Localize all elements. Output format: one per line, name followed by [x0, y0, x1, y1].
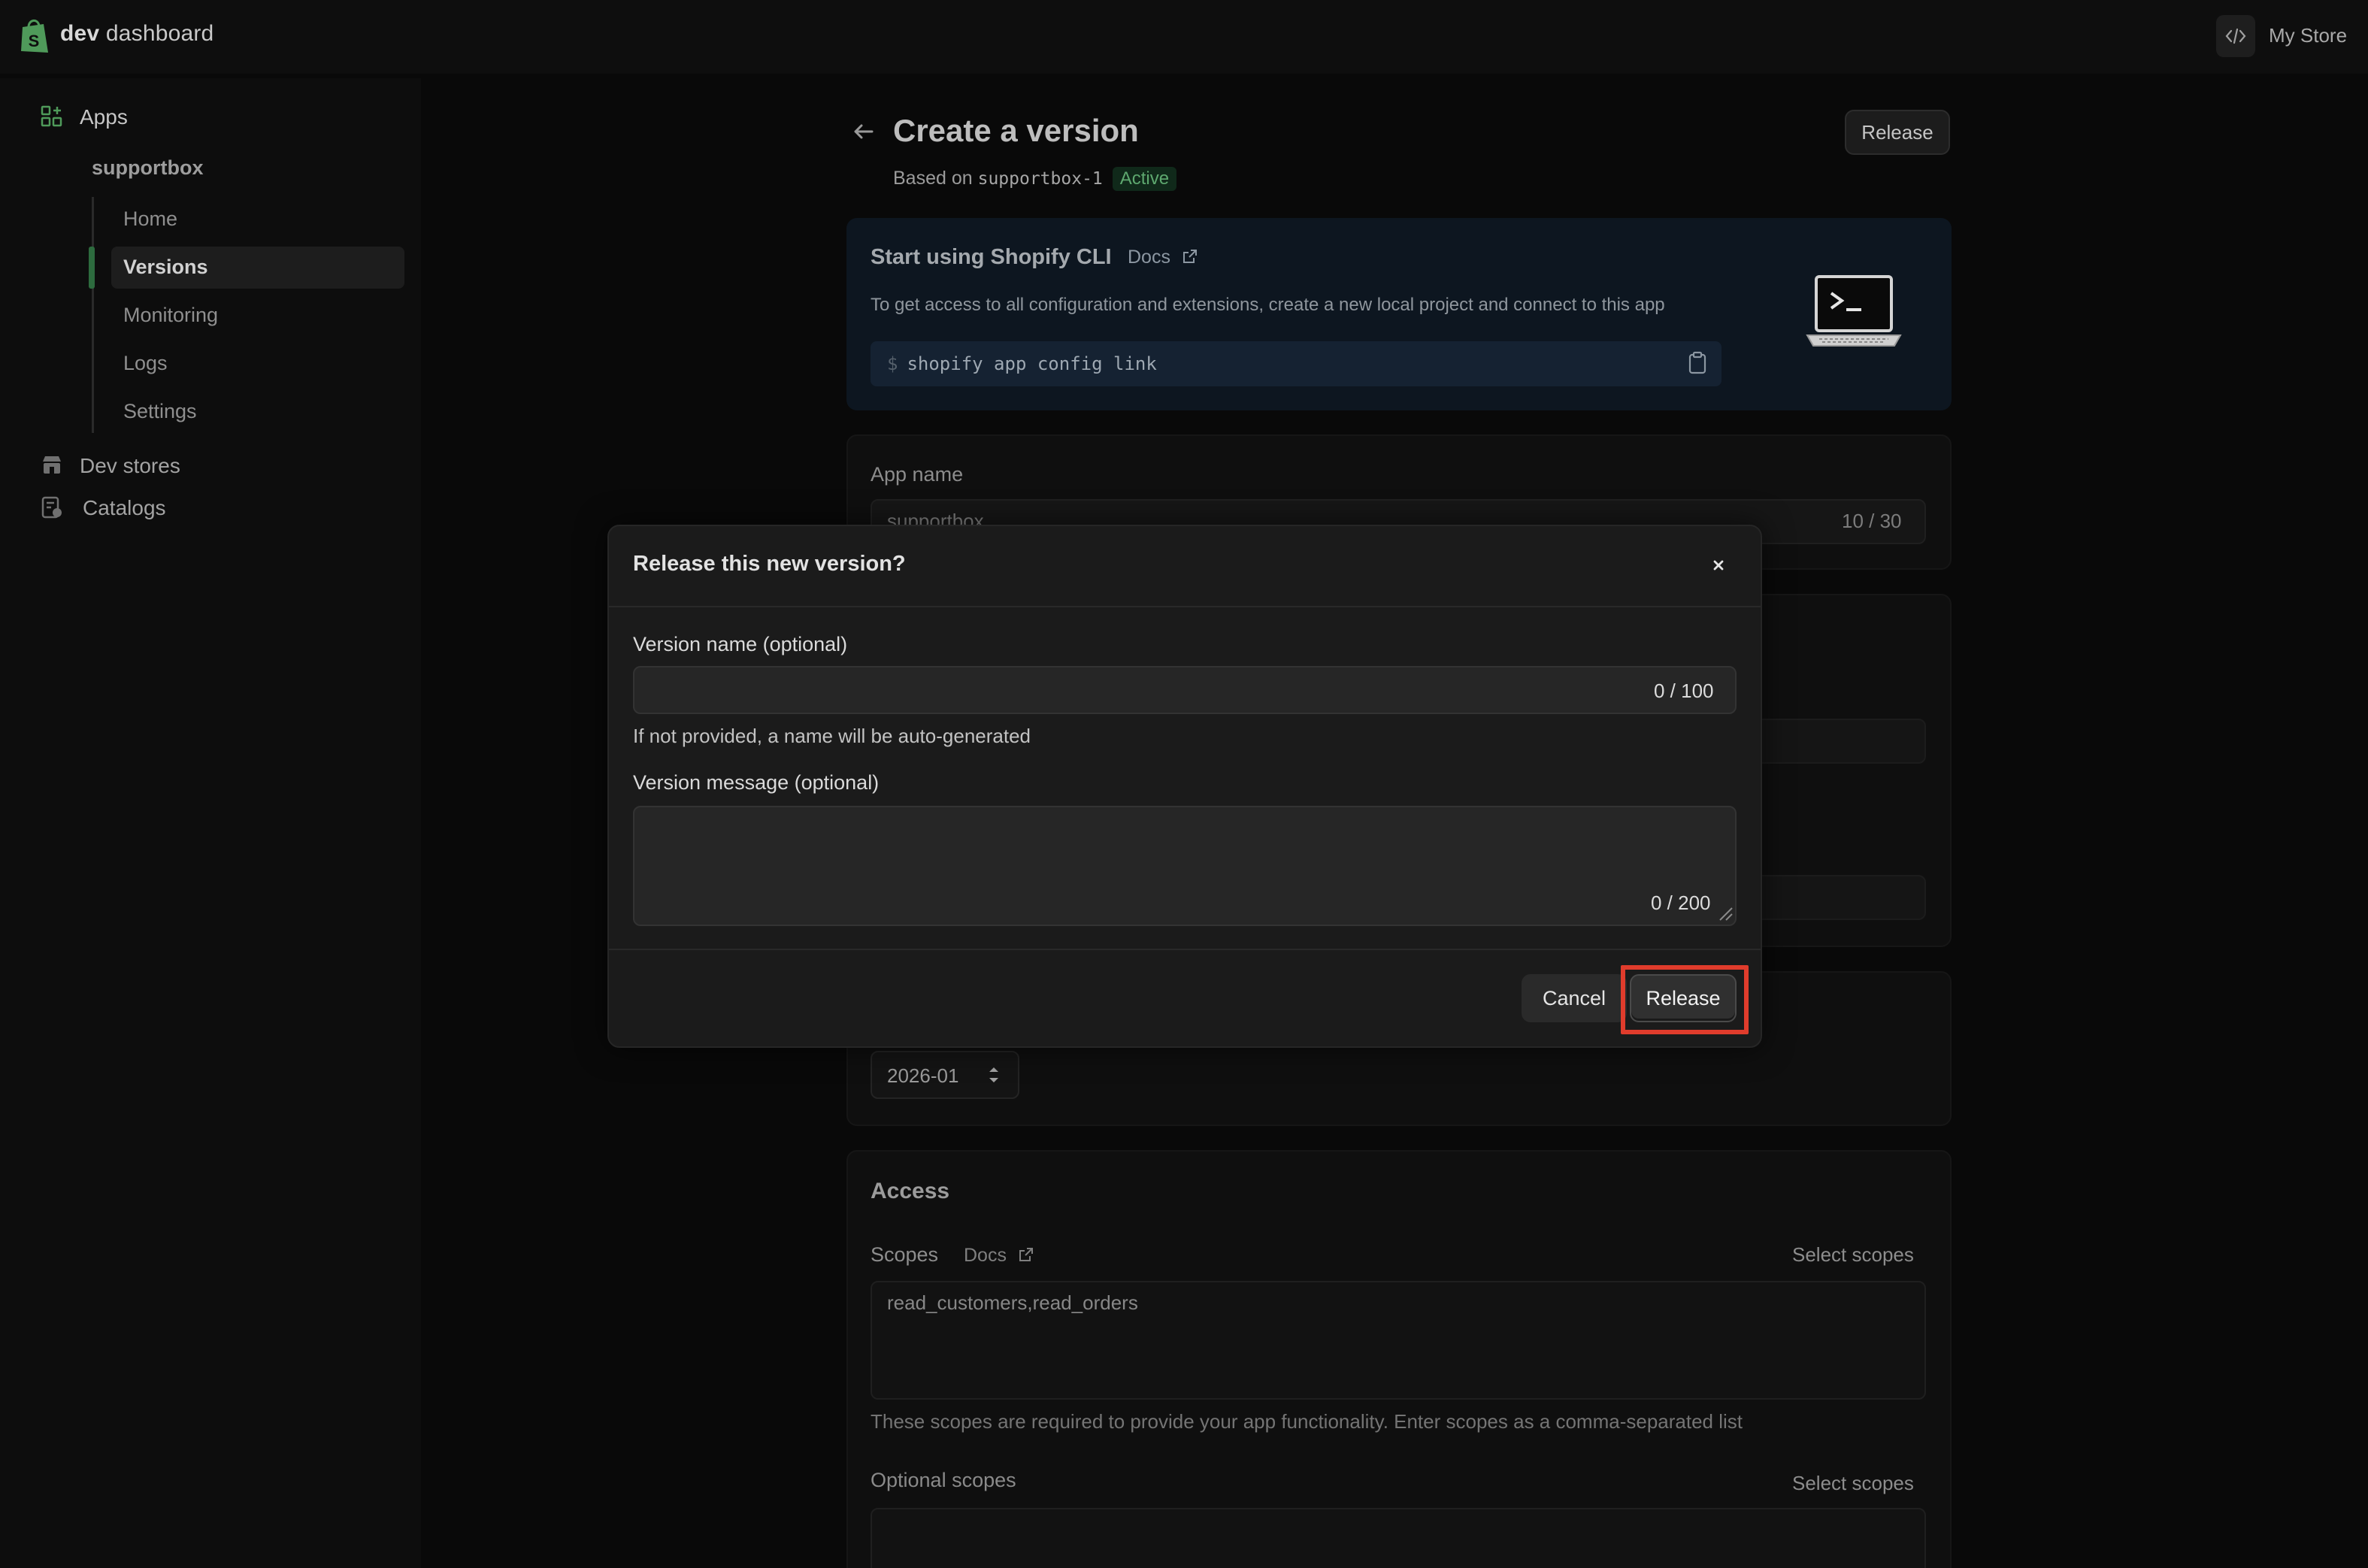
sidebar — [0, 78, 421, 1568]
back-arrow-icon[interactable] — [851, 119, 877, 144]
status-badge: Active — [1112, 167, 1177, 191]
catalog-icon — [41, 496, 62, 519]
api-version-value: 2026-01 — [887, 1064, 959, 1087]
sidebar-item-monitoring[interactable]: Monitoring — [123, 304, 218, 327]
brand-rest: dashboard — [105, 21, 214, 46]
cli-card-title: Start using Shopify CLI — [871, 245, 1112, 269]
release-button-highlight — [1621, 965, 1749, 1034]
select-optional-scopes-button[interactable]: Select scopes — [1792, 1472, 1914, 1495]
select-chevron-icon — [989, 1067, 998, 1082]
version-name-input[interactable] — [633, 666, 1737, 714]
external-link-icon[interactable] — [1182, 248, 1198, 265]
code-button[interactable] — [2216, 15, 2255, 57]
clipboard-icon[interactable] — [1687, 350, 1708, 376]
cli-docs-link[interactable]: Docs — [1128, 247, 1170, 268]
shopify-bag-icon[interactable]: S — [18, 17, 53, 56]
svg-text:S: S — [29, 32, 40, 50]
version-message-textarea[interactable] — [633, 806, 1737, 926]
based-on-line: Based on supportbox-1 Active — [893, 167, 1177, 191]
modal-header-divider — [609, 606, 1761, 607]
code-icon — [2225, 28, 2246, 44]
app-name-label: App name — [871, 463, 964, 486]
sidebar-subnav-line — [92, 197, 94, 433]
sidebar-item-catalogs[interactable]: Catalogs — [83, 496, 166, 520]
optional-scopes-textarea[interactable] — [871, 1508, 1926, 1568]
optional-scopes-label: Optional scopes — [871, 1469, 1016, 1491]
sidebar-active-indicator — [89, 247, 95, 289]
release-header-button[interactable]: Release — [1845, 110, 1950, 155]
store-name[interactable]: My Store — [2269, 24, 2347, 47]
access-title: Access — [871, 1179, 950, 1203]
cli-prompt: $ — [887, 353, 898, 374]
version-name-help: If not provided, a name will be auto-gen… — [633, 725, 1031, 747]
brand-title[interactable]: dev dashboard — [60, 21, 213, 47]
sidebar-item-dev-stores[interactable]: Dev stores — [80, 454, 180, 478]
sidebar-item-versions[interactable]: Versions — [123, 256, 208, 279]
apps-icon — [41, 105, 62, 127]
page-title: Create a version — [893, 113, 1139, 148]
select-scopes-button[interactable]: Select scopes — [1792, 1243, 1914, 1267]
close-icon[interactable] — [1706, 553, 1731, 577]
resize-grip-icon[interactable] — [1714, 902, 1734, 922]
cli-command: $ shopify app config link — [887, 353, 1157, 374]
sidebar-item-home[interactable]: Home — [123, 207, 177, 231]
version-name-label: Version name (optional) — [633, 633, 848, 655]
scopes-help-text: These scopes are required to provide you… — [871, 1410, 1743, 1433]
cli-description: To get access to all configuration and e… — [871, 295, 1665, 315]
scopes-docs-link[interactable]: Docs — [964, 1245, 1007, 1267]
scopes-value: read_customers,read_orders — [887, 1291, 1138, 1314]
modal-title: Release this new version? — [633, 552, 906, 576]
app-name-char-count: 10 / 30 — [1842, 510, 1902, 532]
scopes-label: Scopes — [871, 1243, 939, 1266]
store-icon — [43, 456, 61, 474]
cancel-button[interactable]: Cancel — [1522, 974, 1627, 1022]
sidebar-item-settings[interactable]: Settings — [123, 400, 197, 423]
sidebar-app-name[interactable]: supportbox — [92, 156, 204, 180]
external-link-icon[interactable] — [1018, 1246, 1034, 1263]
sidebar-item-apps[interactable]: Apps — [80, 105, 128, 129]
terminal-laptop-icon — [1806, 275, 1902, 347]
based-on-version: supportbox-1 — [977, 169, 1103, 189]
brand-bold: dev — [60, 21, 100, 46]
version-message-label: Version message (optional) — [633, 771, 880, 794]
based-on-prefix: Based on — [893, 168, 973, 189]
top-bar — [0, 0, 2368, 74]
modal-footer-divider — [609, 949, 1761, 950]
version-name-char-count: 0 / 100 — [1654, 680, 1714, 702]
sidebar-item-logs[interactable]: Logs — [123, 352, 168, 375]
version-message-char-count: 0 / 200 — [1651, 891, 1711, 914]
cli-command-text: shopify app config link — [907, 353, 1157, 374]
